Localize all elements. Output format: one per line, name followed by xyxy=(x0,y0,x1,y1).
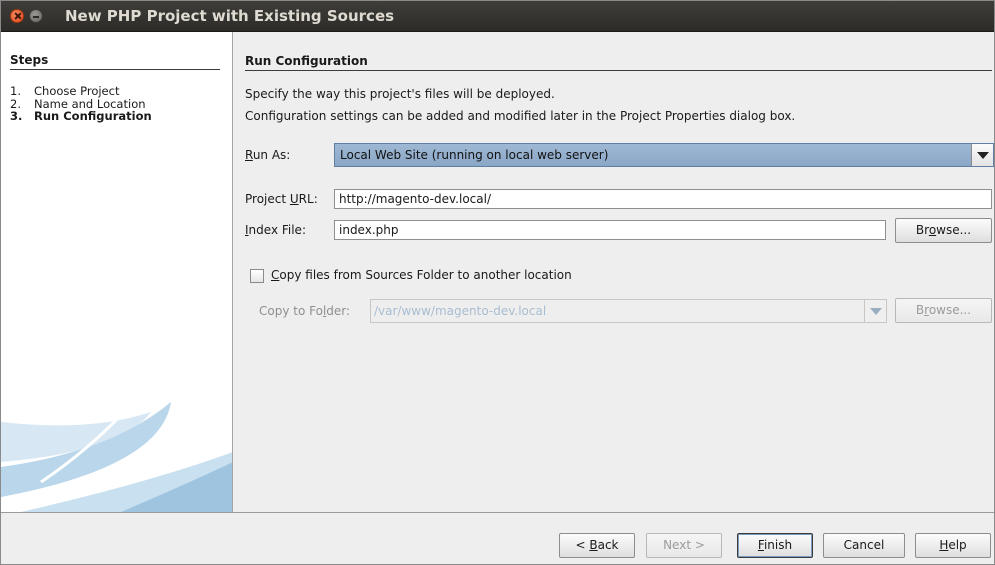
browse-index-file-button[interactable]: Browse... xyxy=(895,218,992,243)
run-as-label: Run As: xyxy=(245,148,291,162)
dialog-window: New PHP Project with Existing Sources St… xyxy=(0,0,995,565)
cancel-button[interactable]: Cancel xyxy=(823,533,905,558)
chevron-down-icon[interactable] xyxy=(971,144,993,166)
chevron-down-icon[interactable] xyxy=(864,300,886,322)
help-button[interactable]: Help xyxy=(915,533,991,558)
index-file-input[interactable]: index.php xyxy=(334,220,886,240)
copy-files-checkbox[interactable] xyxy=(250,269,264,283)
copy-files-label[interactable]: Copy files from Sources Folder to anothe… xyxy=(271,268,572,282)
copy-to-folder-label: Copy to Folder: xyxy=(259,304,351,318)
description-line-2: Configuration settings can be added and … xyxy=(245,109,796,123)
minimize-icon[interactable] xyxy=(29,9,43,23)
step-item-run-configuration: 3. Run Configuration xyxy=(10,110,152,123)
back-button[interactable]: < Back xyxy=(559,533,635,558)
content-panel: Run Configuration Specify the way this p… xyxy=(234,32,994,512)
step-number: 1. xyxy=(10,84,21,98)
project-url-input[interactable]: http://magento-dev.local/ xyxy=(334,189,992,209)
close-icon[interactable] xyxy=(10,9,24,23)
steps-list: 1. Choose Project 2. Name and Location 3. R… xyxy=(10,85,152,123)
run-as-value: Local Web Site (running on local web ser… xyxy=(340,148,609,162)
steps-heading: Steps xyxy=(10,53,220,70)
section-title: Run Configuration xyxy=(245,54,992,71)
project-url-label: Project URL: xyxy=(245,192,318,206)
copy-to-folder-value: /var/www/magento-dev.local xyxy=(374,304,547,318)
window-title: New PHP Project with Existing Sources xyxy=(65,7,395,25)
next-button[interactable]: Next > xyxy=(646,533,722,558)
decorative-swoosh-graphic xyxy=(1,381,232,512)
finish-button[interactable]: Finish xyxy=(737,533,813,558)
browse-copy-folder-button[interactable]: Browse... xyxy=(895,298,992,323)
button-bar: < Back Next > Finish Cancel Help xyxy=(1,513,994,564)
index-file-label: Index File: xyxy=(245,223,306,237)
title-bar[interactable]: New PHP Project with Existing Sources xyxy=(1,1,994,32)
step-number: 3. xyxy=(10,109,23,123)
copy-to-folder-combo[interactable]: /var/www/magento-dev.local xyxy=(370,299,887,323)
run-as-select[interactable]: Local Web Site (running on local web ser… xyxy=(334,143,994,167)
steps-panel: Steps 1. Choose Project 2. Name and Locati… xyxy=(1,32,233,512)
step-label: Run Configuration xyxy=(34,109,152,123)
description-line-1: Specify the way this project's files wil… xyxy=(245,87,555,101)
